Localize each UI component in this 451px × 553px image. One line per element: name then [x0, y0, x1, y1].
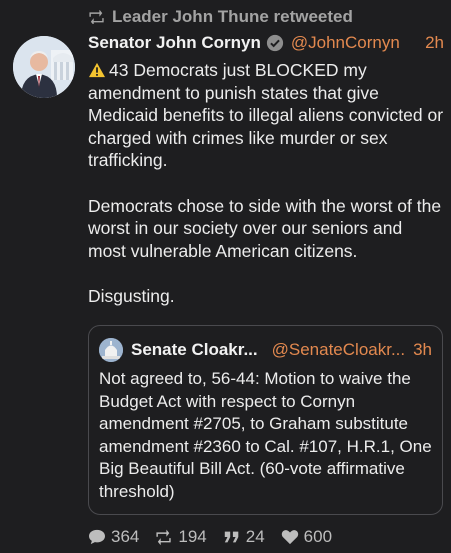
quoted-tweet-card[interactable]: Senate Cloakr... @SenateCloakr... 3h Not…: [88, 325, 443, 515]
warning-icon: [89, 62, 105, 78]
retweet-button[interactable]: 194: [155, 527, 207, 547]
tweet-timestamp[interactable]: 2h: [425, 33, 444, 53]
tweet-paragraph-2: Democrats chose to side with the worst o…: [88, 195, 442, 261]
reply-count: 364: [111, 527, 140, 546]
retweet-label: Leader John Thune retweeted: [112, 7, 353, 26]
author-handle[interactable]: @JohnCornyn: [291, 33, 400, 53]
heart-icon: [281, 530, 298, 545]
verified-badge-icon: [266, 34, 283, 52]
quoted-tweet-header: Senate Cloakr... @SenateCloakr... 3h: [99, 338, 432, 362]
quote-count: 24: [245, 527, 265, 546]
quoted-author-avatar[interactable]: [99, 338, 123, 362]
tweet-actions: 364 194 24 600: [88, 527, 348, 547]
tweet-paragraph-3: Disgusting.: [88, 285, 175, 306]
author-name[interactable]: Senator John Cornyn: [88, 33, 261, 53]
quoted-timestamp: 3h: [413, 340, 432, 359]
tweet-paragraph-1-text: 43 Democrats just BLOCKED my amendment t…: [88, 60, 444, 171]
retweet-icon: [156, 529, 172, 545]
reply-button[interactable]: 364: [88, 527, 139, 547]
retweet-icon: [89, 10, 104, 24]
quoted-author-name: Senate Cloakr...: [131, 340, 258, 359]
retweet-count: 194: [178, 527, 207, 546]
quoted-tweet-text: Not agreed to, 56-44: Motion to waive th…: [99, 369, 432, 501]
like-button[interactable]: 600: [281, 527, 332, 547]
reply-icon: [89, 529, 105, 545]
tweet-body: 43 Democrats just BLOCKED my amendment t…: [88, 59, 444, 308]
tweet-paragraph-1: 43 Democrats just BLOCKED my amendment t…: [88, 59, 444, 172]
author-avatar[interactable]: [13, 36, 75, 98]
like-count: 600: [303, 527, 333, 546]
quote-button[interactable]: 24: [223, 527, 265, 547]
retweet-context[interactable]: Leader John Thune retweeted: [88, 7, 353, 27]
quote-icon: [224, 531, 239, 543]
quoted-author-handle: @SenateCloakr...: [271, 340, 406, 359]
tweet-header: Senator John Cornyn @JohnCornyn 2h: [88, 33, 444, 53]
